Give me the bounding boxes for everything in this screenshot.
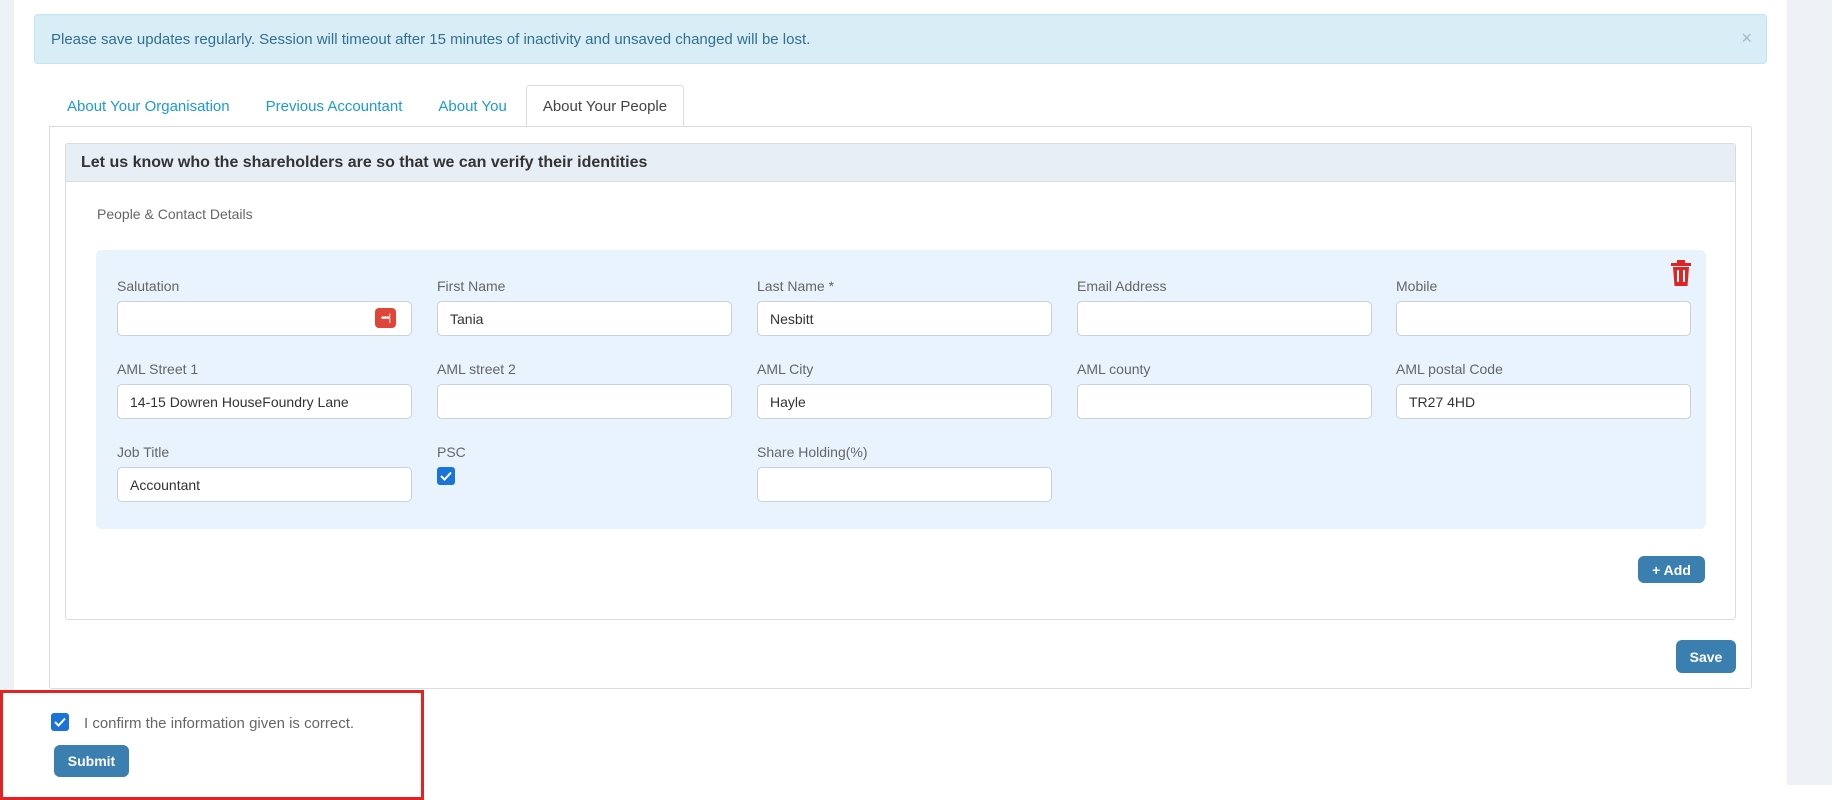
alert-message: Please save updates regularly. Session w… <box>51 30 811 48</box>
email-group: Email Address <box>1077 278 1372 336</box>
county-input[interactable] <box>1077 384 1372 419</box>
mobile-input[interactable] <box>1396 301 1691 336</box>
share-holding-input[interactable] <box>757 467 1052 502</box>
last-name-label: Last Name * <box>757 278 835 294</box>
first-name-group: First Name Tania <box>437 278 732 336</box>
form-tabs: About Your Organisation Previous Account… <box>50 85 686 127</box>
confirm-checkbox[interactable] <box>51 713 69 731</box>
share-holding-group: Share Holding(%) <box>757 444 1052 502</box>
close-icon[interactable]: × <box>1741 28 1752 49</box>
city-label: AML City <box>757 361 814 377</box>
job-title-group: Job Title Accountant <box>117 444 412 502</box>
email-label: Email Address <box>1077 278 1167 294</box>
tab-about-your-people[interactable]: About Your People <box>525 85 685 127</box>
postal-group: AML postal Code TR27 4HD <box>1396 361 1691 419</box>
tab-about-you[interactable]: About You <box>421 85 523 127</box>
street2-input[interactable] <box>437 384 732 419</box>
street1-label: AML Street 1 <box>117 361 199 377</box>
county-group: AML county <box>1077 361 1372 419</box>
session-timeout-alert: Please save updates regularly. Session w… <box>34 14 1767 64</box>
share-holding-label: Share Holding(%) <box>757 444 868 460</box>
first-name-input[interactable]: Tania <box>437 301 732 336</box>
postal-label: AML postal Code <box>1396 361 1503 377</box>
last-name-group: Last Name * Nesbitt <box>757 278 1052 336</box>
password-manager-icon[interactable]: •••| <box>375 308 396 328</box>
job-title-input[interactable]: Accountant <box>117 467 412 502</box>
street1-input[interactable]: 14-15 Dowren HouseFoundry Lane <box>117 384 412 419</box>
checkmark-icon <box>54 717 66 727</box>
psc-group: PSC <box>437 444 732 485</box>
postal-code-input[interactable]: TR27 4HD <box>1396 384 1691 419</box>
section-title: People & Contact Details <box>97 206 253 222</box>
mobile-group: Mobile <box>1396 278 1691 336</box>
city-group: AML City Hayle <box>757 361 1052 419</box>
city-input[interactable]: Hayle <box>757 384 1052 419</box>
first-name-label: First Name <box>437 278 506 294</box>
submit-button[interactable]: Submit <box>54 745 129 777</box>
save-button[interactable]: Save <box>1676 640 1736 673</box>
street2-label: AML street 2 <box>437 361 516 377</box>
county-label: AML county <box>1077 361 1151 377</box>
tab-previous-accountant[interactable]: Previous Accountant <box>249 85 420 127</box>
checkmark-icon <box>440 471 452 481</box>
salutation-input[interactable] <box>117 301 412 336</box>
salutation-group: Salutation •••| <box>117 278 412 336</box>
street2-group: AML street 2 <box>437 361 732 419</box>
job-title-label: Job Title <box>117 444 170 460</box>
street1-group: AML Street 1 14-15 Dowren HouseFoundry L… <box>117 361 412 419</box>
salutation-label: Salutation <box>117 278 180 294</box>
psc-label: PSC <box>437 444 466 460</box>
psc-checkbox[interactable] <box>437 467 455 485</box>
confirm-label: I confirm the information given is corre… <box>84 715 355 732</box>
last-name-input[interactable]: Nesbitt <box>757 301 1052 336</box>
add-person-button[interactable]: + Add <box>1638 556 1705 583</box>
card-header: Let us know who the shareholders are so … <box>66 144 1735 182</box>
right-scroll-gutter <box>1787 0 1832 785</box>
people-card: Let us know who the shareholders are so … <box>65 143 1736 620</box>
mobile-label: Mobile <box>1396 278 1438 294</box>
person-entry: Salutation •••| First Name Tania Last Na… <box>96 250 1706 529</box>
tab-about-your-organisation[interactable]: About Your Organisation <box>50 85 247 127</box>
email-field[interactable] <box>1077 301 1372 336</box>
left-gutter <box>0 0 14 800</box>
